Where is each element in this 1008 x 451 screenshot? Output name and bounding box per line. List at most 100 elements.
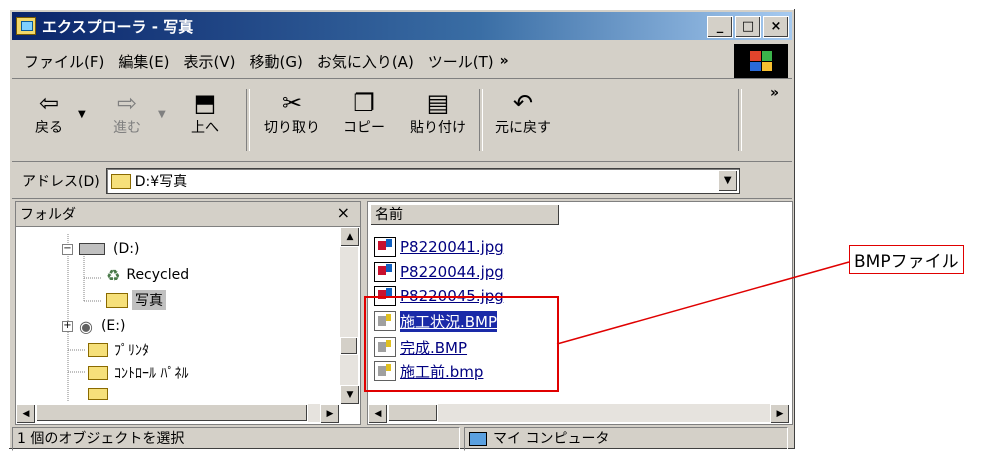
open-folder-icon: [106, 292, 128, 308]
undo-button[interactable]: ↶ 元に戻す: [488, 89, 558, 137]
windows-logo: [734, 44, 788, 78]
window-title: エクスプローラ - 写真: [42, 17, 194, 36]
expand-icon[interactable]: +: [62, 320, 73, 332]
scroll-down-icon[interactable]: ▼: [340, 385, 360, 405]
folder-horizontal-scrollbar[interactable]: ◀ ▶: [16, 404, 340, 424]
file-item[interactable]: P8220044.jpg: [374, 261, 504, 283]
status-zone: マイ コンピュータ: [464, 427, 788, 451]
menu-tools[interactable]: ツール(T): [428, 51, 494, 72]
tree-item-label: ﾌﾟﾘﾝﾀ: [114, 343, 149, 359]
explorer-icon: [16, 17, 36, 35]
menu-go[interactable]: 移動(G): [250, 51, 303, 72]
address-label: アドレス(D): [22, 174, 100, 190]
forward-arrow-icon: ⇨: [116, 89, 138, 117]
paste-button[interactable]: ▤ 貼り付け: [404, 89, 472, 137]
tree-item-label: (E:): [100, 318, 126, 334]
maximize-button[interactable]: □: [735, 16, 761, 38]
undo-label: 元に戻す: [495, 120, 551, 136]
status-zone-text: マイ コンピュータ: [493, 431, 610, 447]
address-dropdown-icon[interactable]: ▼: [717, 170, 738, 192]
menu-favorites[interactable]: お気に入り(A): [317, 51, 414, 72]
tree-item-drive-d[interactable]: − (D:): [62, 238, 139, 260]
menu-edit[interactable]: 編集(E): [118, 51, 169, 72]
file-item[interactable]: P8220041.jpg: [374, 236, 504, 258]
column-header-name[interactable]: 名前: [370, 204, 560, 226]
copy-button[interactable]: ❐ コピー: [334, 89, 394, 137]
status-selection-text: 1 個のオブジェクトを選択: [12, 427, 460, 451]
minimize-button[interactable]: _: [707, 16, 733, 38]
menu-view[interactable]: 表示(V): [184, 51, 236, 72]
menu-bar: ファイル(F) 編集(E) 表示(V) 移動(G) お気に入り(A) ツール(T…: [12, 44, 792, 79]
my-computer-icon: [469, 432, 487, 446]
file-horizontal-scrollbar[interactable]: ◀ ▶: [368, 404, 790, 424]
tree-item-control-panel[interactable]: ｺﾝﾄﾛｰﾙ ﾊﾟﾈﾙ: [88, 362, 188, 384]
cut-label: 切り取り: [264, 120, 320, 136]
scroll-thumb[interactable]: [388, 404, 438, 422]
file-name: P8220044.jpg: [400, 263, 504, 281]
back-button[interactable]: ⇦ 戻る: [26, 89, 72, 137]
tree-item-label: ｺﾝﾄﾛｰﾙ ﾊﾟﾈﾙ: [114, 366, 189, 382]
collapse-icon[interactable]: −: [62, 243, 73, 255]
tree-item-drive-e[interactable]: + ◉ (E:): [62, 315, 125, 337]
address-input[interactable]: D:¥写真 ▼: [105, 168, 740, 194]
scroll-left-icon[interactable]: ◀: [368, 404, 388, 424]
undo-icon: ↶: [512, 89, 534, 117]
file-name: P8220041.jpg: [400, 238, 504, 256]
up-folder-icon: ⬒: [193, 89, 217, 117]
tree-item-photos[interactable]: 写真: [106, 289, 166, 311]
back-label: 戻る: [35, 120, 63, 136]
menu-more-chevron[interactable]: »: [500, 53, 509, 69]
toolbar-separator: [738, 89, 742, 151]
tree-lines: [67, 234, 102, 402]
status-bar: 1 個のオブジェクトを選択 マイ コンピュータ: [12, 427, 792, 451]
back-dropdown-icon[interactable]: ▼: [78, 109, 86, 120]
up-button[interactable]: ⬒ 上へ: [182, 89, 228, 137]
toolbar: ⇦ 戻る ▼ ⇨ 進む ▼ ⬒ 上へ ✂ 切り取り ❐ コピー ▤ 貼り付け ↶…: [12, 81, 792, 162]
cd-drive-icon: ◉: [79, 316, 93, 336]
paste-icon: ▤: [426, 89, 450, 117]
forward-button[interactable]: ⇨ 進む: [104, 89, 150, 137]
drive-icon: [79, 243, 105, 255]
toolbar-separator: [246, 89, 250, 151]
partial-folder-icon: [88, 388, 108, 400]
folder-vertical-scrollbar[interactable]: ▲ ▼: [340, 227, 360, 405]
scroll-thumb[interactable]: [36, 404, 308, 422]
close-button[interactable]: ×: [763, 16, 789, 38]
tree-item-label: (D:): [113, 241, 140, 257]
scroll-right-icon[interactable]: ▶: [320, 404, 340, 424]
windows-flag-icon: [750, 51, 772, 71]
jpg-file-icon: [374, 262, 396, 282]
paste-label: 貼り付け: [410, 120, 466, 136]
toolbar-more-chevron[interactable]: »: [770, 85, 779, 101]
forward-label: 進む: [113, 120, 141, 136]
address-bar: アドレス(D) D:¥写真 ▼: [12, 164, 792, 199]
scroll-left-icon[interactable]: ◀: [16, 404, 36, 424]
recycle-bin-icon: ♻: [106, 265, 121, 285]
tree-item-recycled[interactable]: ♻ Recycled: [106, 264, 189, 286]
folder-icon: [110, 173, 131, 189]
bmp-file-callout: BMPファイル: [849, 245, 964, 274]
window-controls: _ □ ×: [707, 16, 789, 38]
up-label: 上へ: [191, 120, 219, 136]
menu-file[interactable]: ファイル(F): [24, 51, 104, 72]
scroll-up-icon[interactable]: ▲: [340, 227, 360, 247]
printer-folder-icon: [88, 343, 108, 357]
toolbar-separator: [479, 89, 483, 151]
scroll-right-icon[interactable]: ▶: [770, 404, 790, 424]
folder-pane: フォルダ × − (D:) ♻ Recycled 写真 + ◉ (E:) ﾌﾟﾘ…: [15, 201, 361, 425]
tree-item-printers[interactable]: ﾌﾟﾘﾝﾀ: [88, 339, 149, 361]
copy-label: コピー: [343, 120, 385, 136]
scissors-icon: ✂: [281, 89, 303, 117]
scroll-thumb[interactable]: [340, 337, 358, 355]
bmp-highlight-box: [364, 296, 559, 392]
forward-dropdown-icon[interactable]: ▼: [158, 109, 166, 120]
copy-icon: ❐: [353, 89, 375, 117]
tree-item-label: 写真: [132, 290, 166, 310]
jpg-file-icon: [374, 237, 396, 257]
tree-item-label: Recycled: [126, 267, 190, 283]
address-value: D:¥写真: [134, 174, 188, 190]
cut-button[interactable]: ✂ 切り取り: [260, 89, 324, 137]
back-arrow-icon: ⇦: [38, 89, 60, 117]
title-bar[interactable]: エクスプローラ - 写真 _ □ ×: [12, 12, 792, 40]
control-panel-icon: [88, 366, 108, 380]
